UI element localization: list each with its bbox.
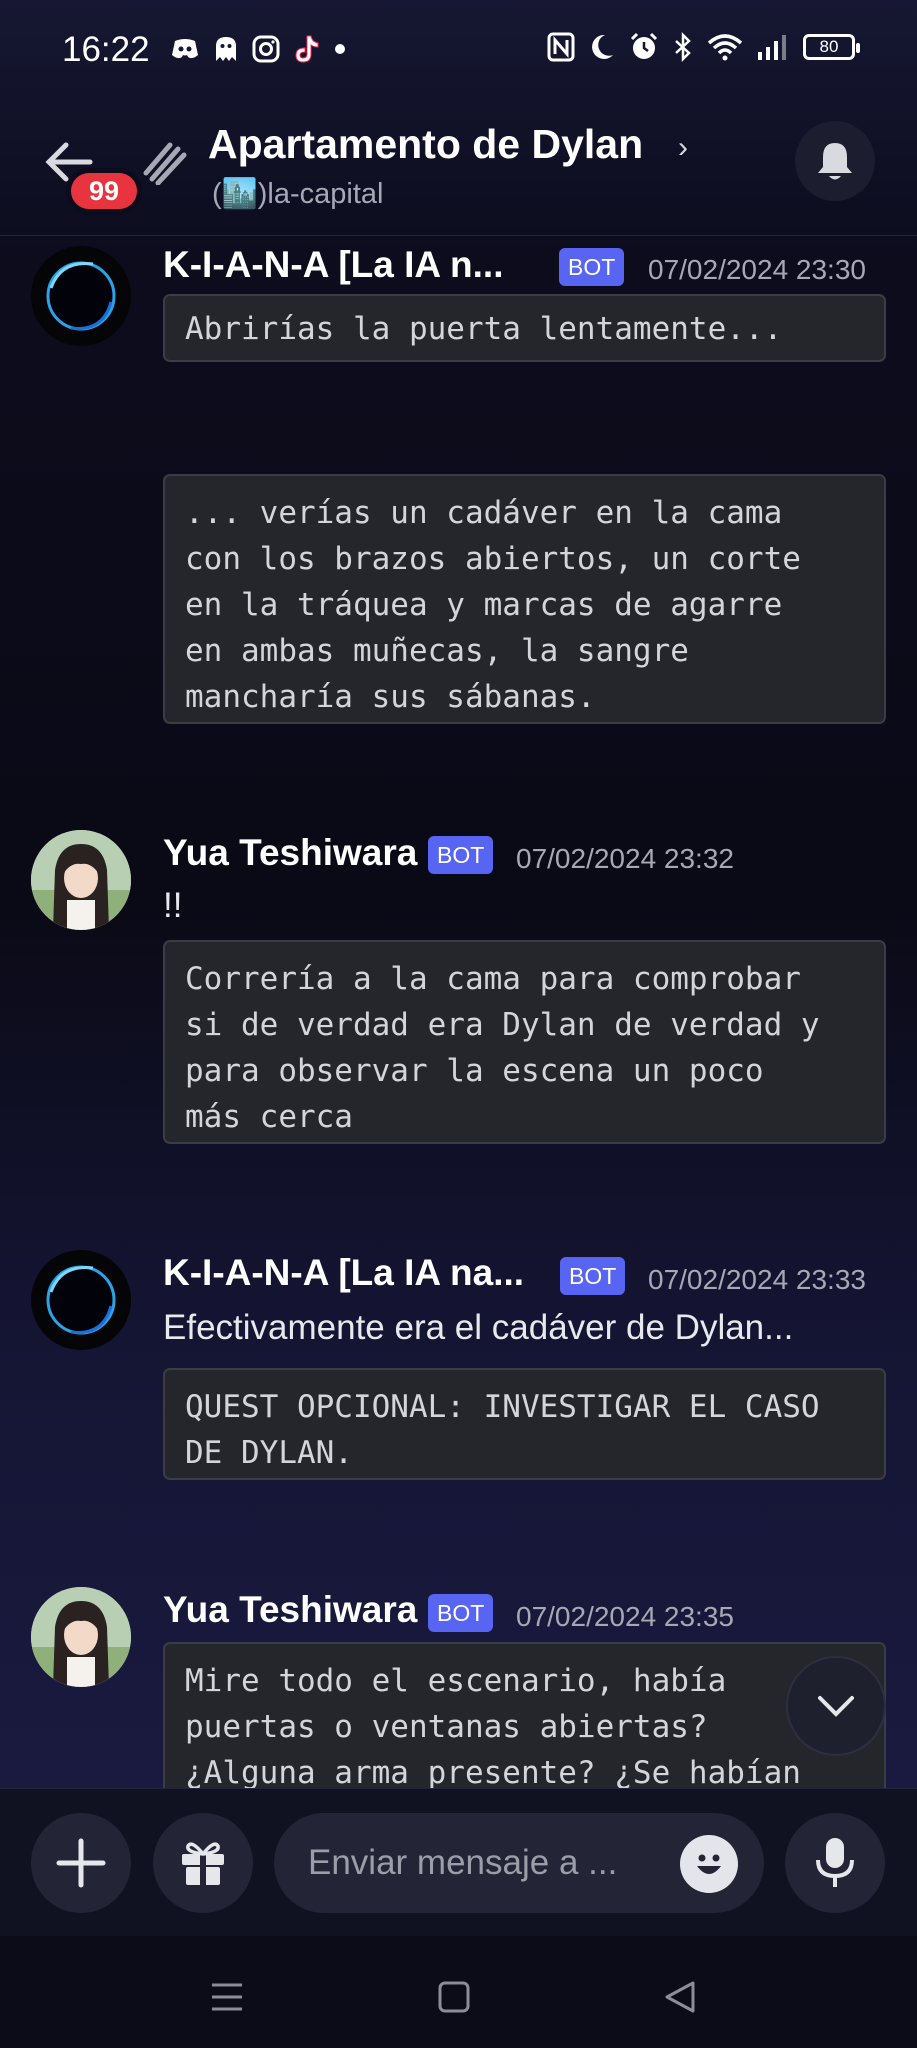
gift-icon (182, 1842, 224, 1885)
scroll-to-bottom-button[interactable] (786, 1656, 886, 1756)
attach-button[interactable] (31, 1813, 131, 1913)
message-feed[interactable]: K-I-A-N-A [La IA n... BOT 07/02/2024 23:… (0, 236, 917, 1788)
status-time: 16:22 (62, 30, 150, 69)
code-block: Abrirías la puerta lentamente... (163, 294, 886, 362)
ghost-icon (214, 35, 238, 63)
bluetooth-icon (673, 32, 693, 62)
plus-icon (56, 1838, 106, 1888)
message-text: Efectivamente era el cadáver de Dylan... (163, 1308, 794, 1347)
code-block: ... verías un cadáver en la cama con los… (163, 474, 886, 724)
avatar[interactable] (31, 246, 131, 346)
avatar[interactable] (31, 1250, 131, 1350)
nfc-icon (547, 32, 575, 62)
channel-header: Apartamento de Dylan › (🏙️)la-capital (0, 105, 917, 236)
square-icon (438, 1981, 470, 2013)
message-author[interactable]: Yua Teshiwara (163, 832, 417, 874)
menu-icon (212, 1983, 242, 2011)
message-timestamp: 07/02/2024 23:30 (648, 254, 866, 285)
wifi-icon (707, 33, 743, 61)
bot-tag: BOT (560, 1257, 626, 1295)
alarm-icon (629, 32, 659, 62)
system-nav-bar (0, 1936, 917, 2048)
message-composer: Enviar mensaje a ... (0, 1788, 917, 1937)
code-block: Correría a la cama para comprobar si de … (163, 940, 886, 1144)
bot-tag: BOT (559, 248, 625, 286)
code-block: Mire todo el escenario, había puertas o … (163, 1642, 886, 1788)
triangle-back-icon (665, 1981, 695, 2013)
notifications-button[interactable] (795, 121, 875, 201)
chevron-right-icon[interactable]: › (678, 131, 688, 165)
message-author[interactable]: Yua Teshiwara (163, 1589, 417, 1631)
message-timestamp: 07/02/2024 23:33 (648, 1264, 866, 1295)
status-bar: 16:22 80 (0, 0, 917, 105)
code-block: QUEST OPCIONAL: INVESTIGAR EL CASO DE DY… (163, 1368, 886, 1480)
message-author[interactable]: K-I-A-N-A [La IA n... (163, 244, 503, 286)
discord-icon (170, 37, 200, 61)
battery-indicator: 80 (803, 34, 860, 60)
smiley-icon (697, 1854, 721, 1874)
threads-icon[interactable] (140, 139, 188, 190)
message-author[interactable]: K-I-A-N-A [La IA na... (163, 1252, 524, 1294)
message-input[interactable]: Enviar mensaje a ... (274, 1813, 764, 1913)
instagram-icon (252, 35, 280, 63)
emoji-button[interactable] (680, 1835, 738, 1893)
bot-tag: BOT (428, 836, 494, 874)
back-nav-button[interactable] (655, 1972, 705, 2022)
bot-tag: BOT (428, 1594, 494, 1632)
avatar[interactable] (31, 1587, 131, 1687)
message-text: !! (163, 886, 183, 925)
message-timestamp: 07/02/2024 23:35 (516, 1601, 734, 1632)
status-system-icons: 80 (547, 32, 860, 62)
unread-badge: 99 (66, 168, 142, 214)
avatar[interactable] (31, 830, 131, 930)
home-nav-button[interactable] (429, 1972, 479, 2022)
gift-button[interactable] (153, 1813, 253, 1913)
tiktok-icon (294, 34, 320, 64)
status-app-icons (170, 34, 346, 64)
bell-icon (818, 143, 852, 180)
signal-icon (757, 34, 789, 60)
microphone-icon (816, 1838, 854, 1887)
message-input-placeholder: Enviar mensaje a ... (308, 1843, 618, 1882)
channel-name: (🏙️)la-capital (212, 178, 384, 210)
chevron-down-icon (818, 1696, 854, 1717)
message-timestamp: 07/02/2024 23:32 (516, 843, 734, 874)
voice-message-button[interactable] (785, 1813, 885, 1913)
moon-icon (589, 33, 615, 61)
dot-icon (334, 43, 346, 55)
menu-nav-button[interactable] (202, 1972, 252, 2022)
channel-title[interactable]: Apartamento de Dylan (208, 121, 643, 168)
